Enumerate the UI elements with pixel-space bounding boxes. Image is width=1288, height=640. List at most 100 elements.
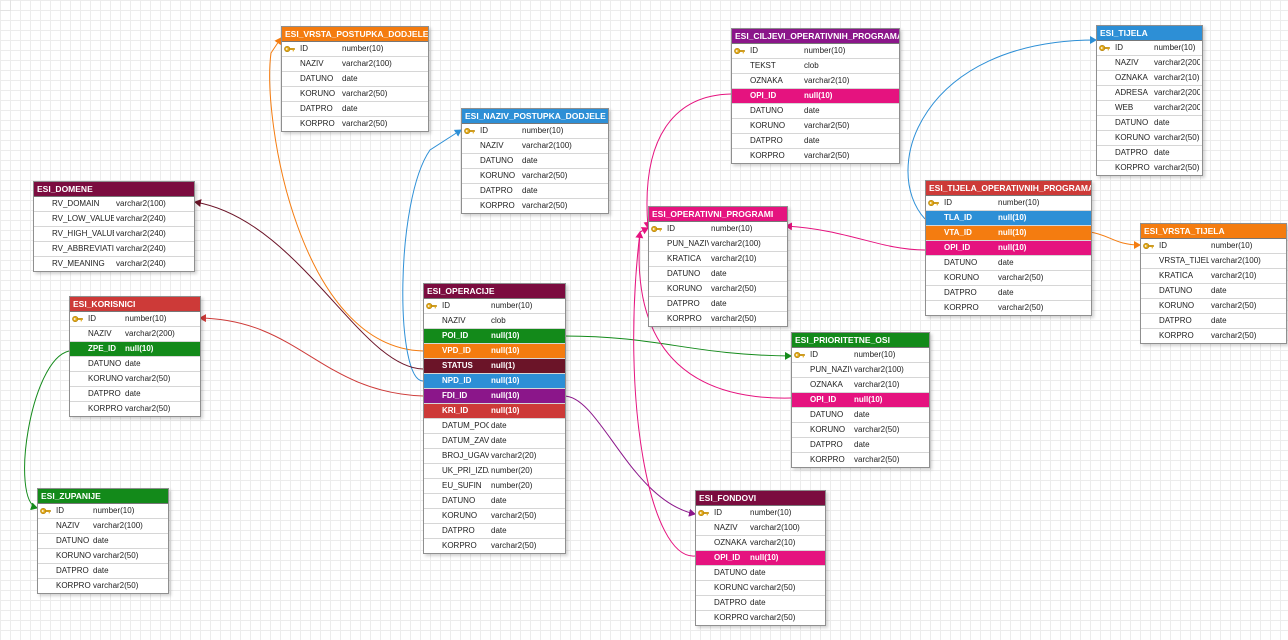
column-row[interactable]: NAZIV varchar2(100) bbox=[696, 521, 825, 536]
relation-operacije-to-fondovi[interactable] bbox=[563, 395, 696, 517]
table-ciljevi[interactable]: ESI_CILJEVI_OPERATIVNIH_PROGRAMA ID number… bbox=[731, 28, 900, 164]
column-row[interactable]: RV_DOMAIN varchar2(100) bbox=[34, 197, 194, 212]
column-row[interactable]: KORPRO varchar2(50) bbox=[1097, 161, 1202, 175]
column-row[interactable]: NAZIV varchar2(100) bbox=[38, 519, 168, 534]
relation-tijela-op-to-vrsta-tijela[interactable] bbox=[1089, 231, 1141, 249]
table-prioritetne[interactable]: ESI_PRIORITETNE_OSI ID number(10) PUN_NAZIV… bbox=[791, 332, 930, 468]
table-title[interactable]: ESI_VRSTA_TIJELA bbox=[1141, 224, 1286, 239]
column-row[interactable]: ID number(10) bbox=[792, 348, 929, 363]
column-row[interactable]: UK_PRI_IZDATAKnumber(20) bbox=[424, 464, 565, 479]
column-row[interactable]: ID number(10) bbox=[462, 124, 608, 139]
column-row[interactable]: RV_LOW_VALUE varchar2(240) bbox=[34, 212, 194, 227]
column-row[interactable]: DATUNO date bbox=[1097, 116, 1202, 131]
relation-operacije-to-prioritetne[interactable] bbox=[563, 335, 792, 360]
column-row[interactable]: PUN_NAZIV varchar2(100) bbox=[649, 237, 787, 252]
column-row[interactable]: DATUNO date bbox=[70, 357, 200, 372]
column-row[interactable]: DATUNO date bbox=[696, 566, 825, 581]
column-row[interactable]: OPI_ID null(10) bbox=[926, 241, 1091, 256]
column-row[interactable]: KORUNO varchar2(50) bbox=[424, 509, 565, 524]
column-row[interactable]: KORPRO varchar2(50) bbox=[1141, 329, 1286, 343]
column-row[interactable]: DATPRO date bbox=[926, 286, 1091, 301]
table-tijela-op[interactable]: ESI_TIJELA_OPERATIVNIH_PROGRAMA ID number(… bbox=[925, 180, 1092, 316]
column-row[interactable]: PUN_NAZIV varchar2(100) bbox=[792, 363, 929, 378]
table-zupanije[interactable]: ESI_ZUPANIJE ID number(10) NAZIV varchar2(10… bbox=[37, 488, 169, 594]
column-row[interactable]: OZNAKA varchar2(10) bbox=[696, 536, 825, 551]
column-row[interactable]: DATUNO date bbox=[462, 154, 608, 169]
column-row[interactable]: KORPRO varchar2(50) bbox=[926, 301, 1091, 315]
column-row[interactable]: KORUNO varchar2(50) bbox=[1097, 131, 1202, 146]
table-vrsta-tijela[interactable]: ESI_VRSTA_TIJELAIDnumber(10)VRSTA_TIJELA… bbox=[1140, 223, 1287, 344]
column-row[interactable]: KORUNO varchar2(50) bbox=[926, 271, 1091, 286]
column-row[interactable]: KORUNO varchar2(50) bbox=[282, 87, 428, 102]
column-row[interactable]: ID number(10) bbox=[926, 196, 1091, 211]
column-row[interactable]: KORUNO varchar2(50) bbox=[462, 169, 608, 184]
column-row[interactable]: DATUNO date bbox=[732, 104, 899, 119]
column-row[interactable]: KORPRO varchar2(50) bbox=[38, 579, 168, 593]
column-row[interactable]: ID number(10) bbox=[732, 44, 899, 59]
table-title[interactable]: ESI_ZUPANIJE bbox=[38, 489, 168, 504]
table-operacije[interactable]: ESI_OPERACIJE ID number(10) NAZIV clob POI_ID… bbox=[423, 283, 566, 554]
column-row[interactable]: ID number(10) bbox=[282, 42, 428, 57]
table-op-programi[interactable]: ESI_OPERATIVNI_PROGRAMI ID number(10) PUN_N… bbox=[648, 206, 788, 327]
column-row[interactable]: WEB varchar2(200) bbox=[1097, 101, 1202, 116]
column-row[interactable]: DATUNO date bbox=[38, 534, 168, 549]
column-row[interactable]: NAZIV clob bbox=[424, 314, 565, 329]
table-title[interactable]: ESI_NAZIV_POSTUPKA_DODJELE bbox=[462, 109, 608, 124]
column-row[interactable]: ID number(10) bbox=[1097, 41, 1202, 56]
column-row[interactable]: RV_HIGH_VALUE varchar2(240) bbox=[34, 227, 194, 242]
column-row[interactable]: ID number(10) bbox=[424, 299, 565, 314]
column-row[interactable]: KORPRO varchar2(50) bbox=[462, 199, 608, 213]
column-row[interactable]: VRSTA_TIJELAvarchar2(100) bbox=[1141, 254, 1286, 269]
column-row[interactable]: KRATICA varchar2(10) bbox=[1141, 269, 1286, 284]
table-title[interactable]: ESI_KORISNICI bbox=[70, 297, 200, 312]
column-row[interactable]: BROJ_UGAVORAvarchar2(20) bbox=[424, 449, 565, 464]
column-row[interactable]: EU_SUFIN number(20) bbox=[424, 479, 565, 494]
diagram-canvas[interactable]: ESI_VRSTA_POSTUPKA_DODJELE ID number(10) NA… bbox=[0, 0, 1288, 640]
column-row[interactable]: OPI_ID null(10) bbox=[792, 393, 929, 408]
column-row[interactable]: KORPRO varchar2(50) bbox=[649, 312, 787, 326]
column-row[interactable]: DATUNO date bbox=[926, 256, 1091, 271]
relation-operacije-to-korisnici[interactable] bbox=[199, 314, 424, 397]
column-row[interactable]: KORUNO varchar2(50) bbox=[1141, 299, 1286, 314]
column-row[interactable]: KORUNO varchar2(50) bbox=[696, 581, 825, 596]
column-row[interactable]: DATPRO date bbox=[282, 102, 428, 117]
column-row[interactable]: OPI_ID null(10) bbox=[696, 551, 825, 566]
relation-korisnici-to-zupanije[interactable] bbox=[24, 350, 70, 511]
table-title[interactable]: ESI_VRSTA_POSTUPKA_DODJELE bbox=[282, 27, 428, 42]
column-row[interactable]: DATPRO date bbox=[1141, 314, 1286, 329]
column-row[interactable]: RV_MEANING varchar2(240) bbox=[34, 257, 194, 271]
table-title[interactable]: ESI_PRIORITETNE_OSI bbox=[792, 333, 929, 348]
column-row[interactable]: DATPRO date bbox=[462, 184, 608, 199]
table-title[interactable]: ESI_TIJELA_OPERATIVNIH_PROGRAMA bbox=[926, 181, 1091, 196]
table-vrsta-postupka[interactable]: ESI_VRSTA_POSTUPKA_DODJELE ID number(10) NA… bbox=[281, 26, 429, 132]
column-row[interactable]: NPD_ID null(10) bbox=[424, 374, 565, 389]
column-row[interactable]: STATUS null(1) bbox=[424, 359, 565, 374]
column-row[interactable]: DATPRO date bbox=[792, 438, 929, 453]
table-korisnici[interactable]: ESI_KORISNICI ID number(10) NAZIV varchar2(2… bbox=[69, 296, 201, 417]
column-row[interactable]: POI_ID null(10) bbox=[424, 329, 565, 344]
column-row[interactable]: KORPRO varchar2(50) bbox=[424, 539, 565, 553]
column-row[interactable]: TLA_ID null(10) bbox=[926, 211, 1091, 226]
column-row[interactable]: DATUNO date bbox=[792, 408, 929, 423]
column-row[interactable]: VTA_ID null(10) bbox=[926, 226, 1091, 241]
column-row[interactable]: FDI_ID null(10) bbox=[424, 389, 565, 404]
column-row[interactable]: ZPE_ID null(10) bbox=[70, 342, 200, 357]
column-row[interactable]: DATUM_POCETKAdate bbox=[424, 419, 565, 434]
column-row[interactable]: DATPRO date bbox=[70, 387, 200, 402]
table-title[interactable]: ESI_TIJELA bbox=[1097, 26, 1202, 41]
column-row[interactable]: KORUNO varchar2(50) bbox=[70, 372, 200, 387]
column-row[interactable]: DATUNO date bbox=[282, 72, 428, 87]
column-row[interactable]: OPI_ID null(10) bbox=[732, 89, 899, 104]
column-row[interactable]: NAZIV varchar2(200) bbox=[70, 327, 200, 342]
column-row[interactable]: OZNAKA varchar2(10) bbox=[792, 378, 929, 393]
column-row[interactable]: NAZIV varchar2(100) bbox=[282, 57, 428, 72]
column-row[interactable]: DATUNO date bbox=[649, 267, 787, 282]
column-row[interactable]: DATPRO date bbox=[38, 564, 168, 579]
column-row[interactable]: KORUNO varchar2(50) bbox=[792, 423, 929, 438]
column-row[interactable]: VPD_ID null(10) bbox=[424, 344, 565, 359]
column-row[interactable]: NAZIV varchar2(200) bbox=[1097, 56, 1202, 71]
column-row[interactable]: DATUM_ZAVRSETKAdate bbox=[424, 434, 565, 449]
column-row[interactable]: NAZIV varchar2(100) bbox=[462, 139, 608, 154]
relation-operacije-to-domene[interactable] bbox=[194, 199, 424, 370]
column-row[interactable]: ADRESA varchar2(200) bbox=[1097, 86, 1202, 101]
